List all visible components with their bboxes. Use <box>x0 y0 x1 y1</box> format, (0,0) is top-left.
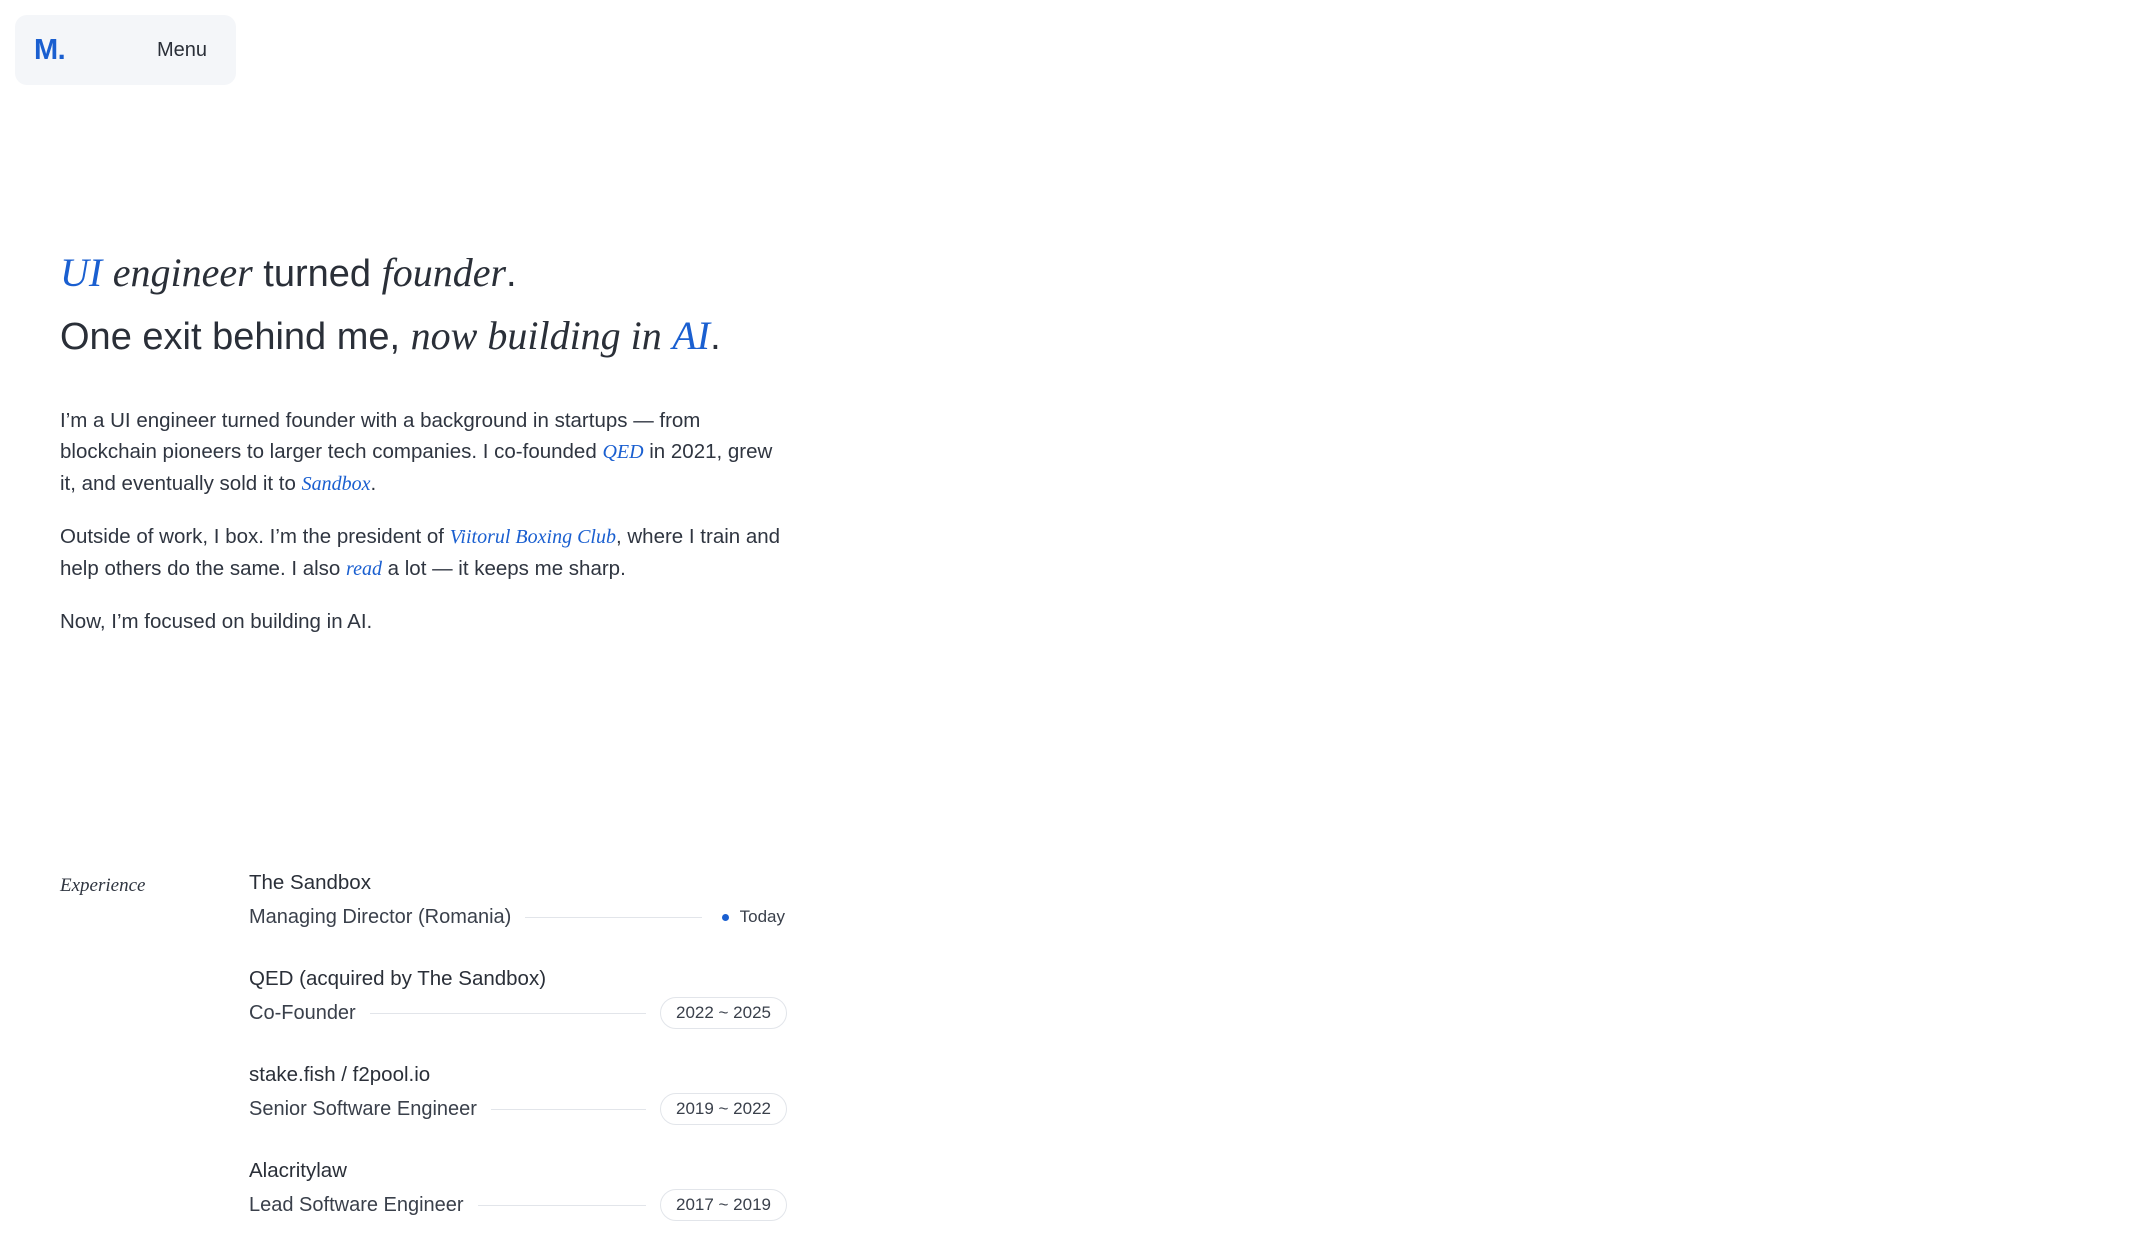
job-role: Co-Founder <box>249 1001 356 1024</box>
hero-engineer-word: engineer <box>112 250 253 295</box>
job-period-badge: 2022 ~ 2025 <box>659 997 787 1029</box>
job-item: QED (acquired by The Sandbox) Co-Founder… <box>249 964 787 1060</box>
hero-line-1: UI engineer turned founder. <box>60 242 820 305</box>
bio-paragraph-2: Outside of work, I box. I’m the presiden… <box>60 521 790 585</box>
divider-line <box>490 1108 646 1110</box>
job-period-text: Today <box>739 907 785 926</box>
divider-line <box>477 1204 646 1206</box>
experience-label: Experience <box>60 875 146 896</box>
hero-founder-word: founder <box>381 250 507 295</box>
hero-building-text: now building in <box>410 313 662 358</box>
job-company: stake.fish / f2pool.io <box>249 1063 431 1086</box>
hero-ai-word: AI <box>672 313 711 358</box>
bio-p2-text: Outside of work, I box. I’m the presiden… <box>60 525 450 548</box>
bio-paragraph-1: I’m a UI engineer turned founder with a … <box>60 405 790 500</box>
logo-home-link[interactable]: M. <box>34 34 66 67</box>
job-role: Senior Software Engineer <box>249 1097 477 1120</box>
job-company: QED (acquired by The Sandbox) <box>249 967 547 990</box>
bio-section: I’m a UI engineer turned founder with a … <box>60 405 790 658</box>
job-role-row: Managing Director (Romania) Today <box>249 900 787 934</box>
hero-exit-text: One exit behind me, <box>60 316 411 358</box>
hero-ui-word: UI <box>60 250 103 295</box>
sandbox-link[interactable]: Sandbox <box>302 473 371 495</box>
job-period-badge: 2019 ~ 2022 <box>659 1093 787 1125</box>
job-period-badge: 2017 ~ 2019 <box>659 1189 787 1221</box>
qed-link[interactable]: QED <box>602 441 643 463</box>
hero-line-2: One exit behind me, now building in AI. <box>60 305 820 368</box>
read-link[interactable]: read <box>346 558 382 580</box>
boxing-club-link[interactable]: Viitorul Boxing Club <box>450 526 616 548</box>
divider-line <box>369 1012 646 1014</box>
hero-turned-word: turned <box>252 253 382 295</box>
hero-line2-period: . <box>710 316 721 358</box>
bio-paragraph-3: Now, I’m focused on building in AI. <box>60 610 373 633</box>
job-company: The Sandbox <box>249 871 371 894</box>
job-item: The Sandbox Managing Director (Romania) … <box>249 868 787 964</box>
job-period-current: Today <box>716 907 787 927</box>
job-company: Alacritylaw <box>249 1159 347 1182</box>
divider-line <box>525 916 702 918</box>
job-role: Lead Software Engineer <box>249 1193 464 1216</box>
hero-heading: UI engineer turned founder. One exit beh… <box>60 242 820 368</box>
top-nav: M. Menu <box>15 15 236 85</box>
hero-line1-period: . <box>506 253 517 295</box>
job-role-row: Lead Software Engineer 2017 ~ 2019 <box>249 1188 787 1222</box>
bio-p2-end: a lot — it keeps me sharp. <box>381 557 626 580</box>
job-item: Alacritylaw Lead Software Engineer 2017 … <box>249 1156 787 1233</box>
menu-button[interactable]: Menu <box>157 39 207 62</box>
job-item: stake.fish / f2pool.io Senior Software E… <box>249 1060 787 1156</box>
job-role-row: Senior Software Engineer 2019 ~ 2022 <box>249 1092 787 1126</box>
job-role: Managing Director (Romania) <box>249 905 512 928</box>
hero-space <box>662 316 673 358</box>
current-dot-icon <box>721 913 729 921</box>
bio-p1-end: . <box>370 472 377 495</box>
experience-list: The Sandbox Managing Director (Romania) … <box>249 868 787 1233</box>
job-role-row: Co-Founder 2022 ~ 2025 <box>249 996 787 1030</box>
